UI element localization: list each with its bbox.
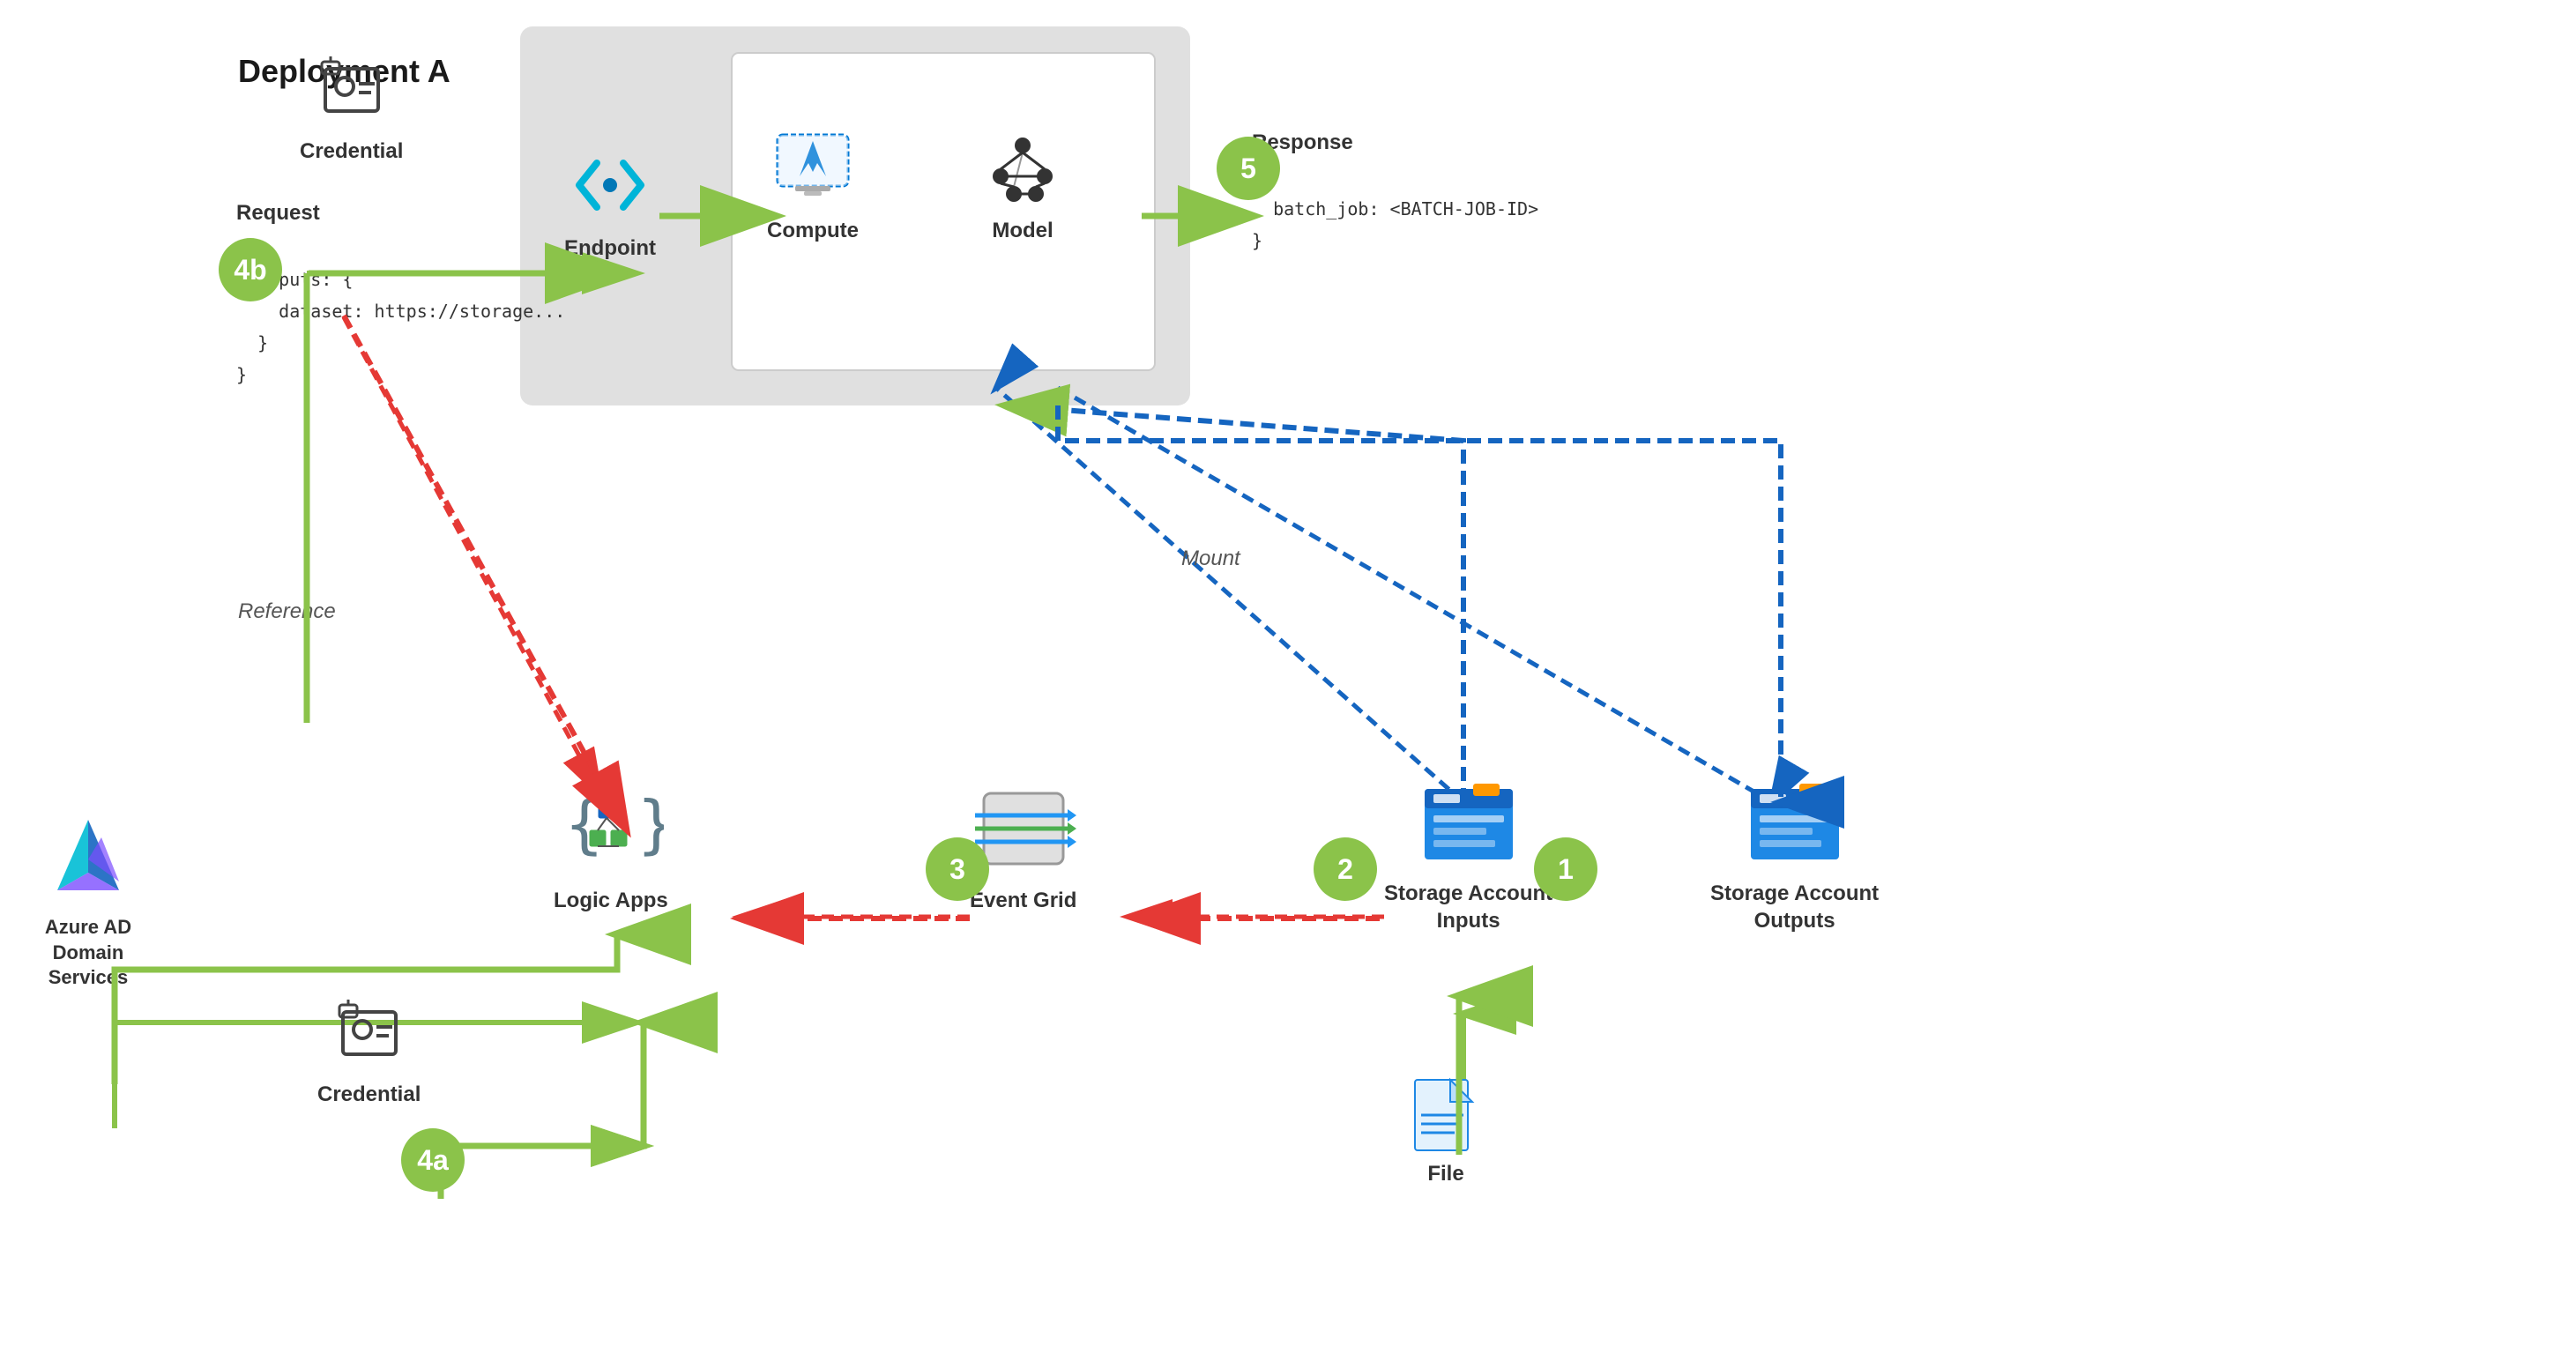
credential-top-container: Credential: [300, 44, 403, 164]
file-label: File: [1427, 1162, 1463, 1186]
mount-label: Mount: [1181, 547, 1240, 571]
response-body: { batch_job: <BATCH-JOB-ID> }: [1252, 161, 1538, 257]
azure-ad-label: Azure AD DomainServices: [26, 915, 150, 991]
step-1-circle: 1: [1534, 837, 1597, 901]
credential-bottom-container: Credential: [317, 987, 421, 1107]
logic-apps-label: Logic Apps: [554, 889, 668, 913]
azure-ad-icon: [40, 811, 137, 908]
request-title: Request: [236, 194, 565, 232]
model-label: Model: [992, 219, 1053, 243]
azure-ad-container: Azure AD DomainServices: [26, 811, 150, 991]
endpoint-label: Endpoint: [564, 236, 656, 261]
request-box: Request { inputs: { dataset: https://sto…: [236, 194, 565, 390]
step-4b-circle: 4b: [219, 238, 282, 301]
response-title: Response: [1252, 123, 1538, 161]
credential-top-icon: [308, 44, 396, 132]
compute-container: Compute: [767, 123, 859, 243]
credential-bottom-label: Credential: [317, 1082, 421, 1107]
response-box: Response { batch_job: <BATCH-JOB-ID> }: [1252, 123, 1538, 257]
storage-outputs-icon: [1742, 767, 1848, 873]
endpoint-icon: [566, 141, 654, 229]
storage-outputs-label: Storage AccountOutputs: [1710, 880, 1879, 934]
model-container: Model: [979, 123, 1067, 243]
storage-inputs-container: Storage AccountStorage Account InputsInp…: [1384, 767, 1552, 934]
endpoint-container: Endpoint: [564, 141, 656, 261]
event-grid-label: Event Grid: [970, 889, 1076, 913]
step-5-circle: 5: [1217, 137, 1280, 200]
model-icon: [979, 123, 1067, 212]
step-2-circle: 2: [1314, 837, 1377, 901]
step-3-circle: 3: [926, 837, 989, 901]
svg-text:{: {: [565, 787, 603, 861]
reference-label: Reference: [238, 599, 336, 624]
compute-label: Compute: [767, 219, 859, 243]
logic-apps-container: { } Logic Apps: [554, 776, 668, 913]
file-container: File: [1411, 1075, 1481, 1186]
storage-inputs-icon: [1416, 767, 1522, 873]
credential-bottom-icon: [325, 987, 413, 1075]
diagram-container: Deployment A 1 2 3 4a 4b 5 Credential: [0, 0, 2576, 1361]
svg-text:}: }: [637, 787, 664, 861]
storage-outputs-container: Storage AccountOutputs: [1710, 767, 1879, 934]
request-body: { inputs: { dataset: https://storage... …: [236, 232, 565, 390]
compute-icon: [769, 123, 857, 212]
step-4a-circle: 4a: [401, 1128, 465, 1192]
event-grid-container: Event Grid: [970, 776, 1076, 913]
credential-top-label: Credential: [300, 139, 403, 164]
storage-inputs-label: Storage AccountStorage Account InputsInp…: [1384, 880, 1552, 934]
file-icon: [1411, 1075, 1481, 1155]
logic-apps-icon: { }: [558, 776, 664, 881]
